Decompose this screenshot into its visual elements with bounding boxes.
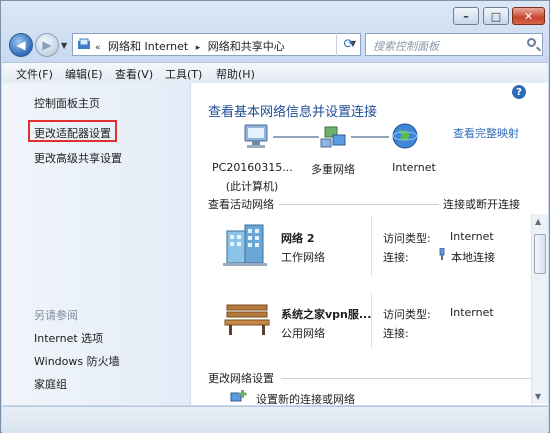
view-full-map-link[interactable]: 查看完整映射 [453,125,519,141]
new-connection-icon [230,390,247,402]
sidebar-internet-options[interactable]: Internet 选项 [34,330,103,346]
bench-icon [224,304,270,335]
scrollbar[interactable]: ▲ ▼ [531,214,548,404]
network-1-connection-label: 连接: [383,251,409,264]
network-1-type-link[interactable]: 工作网络 [281,249,325,265]
menu-bar: 文件(F) 编辑(E) 查看(V) 工具(T) 帮助(H) [2,62,548,84]
building-icon [223,224,267,266]
sidebar-homegroup[interactable]: 家庭组 [34,376,67,392]
breadcrumb-sharing-center[interactable]: 网络和共享中心 [208,40,285,53]
network-1-access-value: Internet [450,230,494,243]
connection-icon [439,248,445,260]
close-button[interactable]: ✕ [512,7,545,25]
search-placeholder: 搜索控制面板 [373,40,439,53]
maximize-icon: □ [490,9,502,23]
menu-help[interactable]: 帮助(H) [216,66,255,82]
menu-edit[interactable]: 编辑(E) [65,66,103,82]
refresh-button[interactable]: ⟳ [336,33,361,56]
node-computer-label: PC20160315... [212,161,293,174]
search-icon[interactable] [527,38,536,47]
column-divider [371,216,372,276]
scroll-up-icon[interactable]: ▲ [535,217,541,226]
network-1-access-label: 访问类型: [383,232,431,245]
sidebar-advanced-sharing[interactable]: 更改高级共享设置 [34,150,122,166]
breadcrumb: « 网络和 Internet ▸ 网络和共享中心 [95,38,289,54]
node-network-label: 多重网络 [311,163,355,176]
network-1-name: 网络 2 [281,232,315,245]
network-2-type-link[interactable]: 公用网络 [281,325,325,341]
menu-view[interactable]: 查看(V) [115,66,153,82]
network-icon[interactable] [320,126,346,148]
refresh-icon: ⟳ [343,37,355,52]
back-button[interactable]: ◀ [9,33,33,57]
section-divider [279,204,439,205]
see-also-heading: 另请参阅 [34,309,78,322]
setup-new-connection-link[interactable]: 设置新的连接或网络 [256,391,355,407]
close-icon: ✕ [523,9,534,23]
sidebar-control-panel-home[interactable]: 控制面板主页 [34,95,100,111]
network-1-connection-link[interactable]: 本地连接 [451,249,495,265]
network-2-name: 系统之家vpn服... [281,308,372,321]
network-2-connection-label: 连接: [383,327,409,340]
column-divider [371,293,372,348]
history-dropdown-icon[interactable]: ▼ [61,41,67,50]
node-internet-label: Internet [392,161,436,174]
search-box[interactable]: 搜索控制面板 [365,33,543,56]
network-map [244,123,418,149]
sidebar: 控制面板主页 更改适配器设置 更改高级共享设置 另请参阅 Internet 选项… [2,83,191,405]
minimize-button[interactable]: – [453,7,479,25]
window: – □ ✕ ◀ ▶ ▼ « 网络和 Internet ▸ 网络和共享中心 ▼ ⟳… [0,0,550,433]
change-settings-heading: 更改网络设置 [208,372,274,385]
breadcrumb-network-internet[interactable]: 网络和 Internet [108,40,188,53]
sidebar-windows-firewall[interactable]: Windows 防火墙 [34,353,120,369]
help-icon[interactable]: ? [512,85,526,99]
forward-button[interactable]: ▶ [35,33,59,57]
status-bar [2,406,548,433]
active-networks-heading: 查看活动网络 [208,198,274,211]
computer-icon[interactable] [244,124,268,148]
address-bar[interactable]: « 网络和 Internet ▸ 网络和共享中心 ▼ [72,33,361,56]
highlight-box [28,120,117,142]
back-arrow-icon: ◀ [16,38,26,52]
section-divider [281,378,531,379]
node-computer-sublabel: (此计算机) [225,180,279,193]
minimize-icon: – [463,9,469,23]
page-title: 查看基本网络信息并设置连接 [208,105,378,120]
scroll-thumb[interactable] [534,234,546,274]
menu-file[interactable]: 文件(F) [16,66,53,82]
breadcrumb-separator[interactable]: ▸ [196,43,201,53]
network-folder-icon [78,38,90,49]
network-2-access-label: 访问类型: [383,308,431,321]
scroll-down-icon[interactable]: ▼ [535,392,541,401]
network-2-access-value: Internet [450,306,494,319]
globe-icon[interactable] [392,123,418,149]
forward-arrow-icon: ▶ [42,38,52,52]
breadcrumb-overflow[interactable]: « [95,43,101,53]
menu-tools[interactable]: 工具(T) [165,66,202,82]
maximize-button[interactable]: □ [483,7,509,25]
connect-disconnect-link[interactable]: 连接或断开连接 [443,196,520,212]
